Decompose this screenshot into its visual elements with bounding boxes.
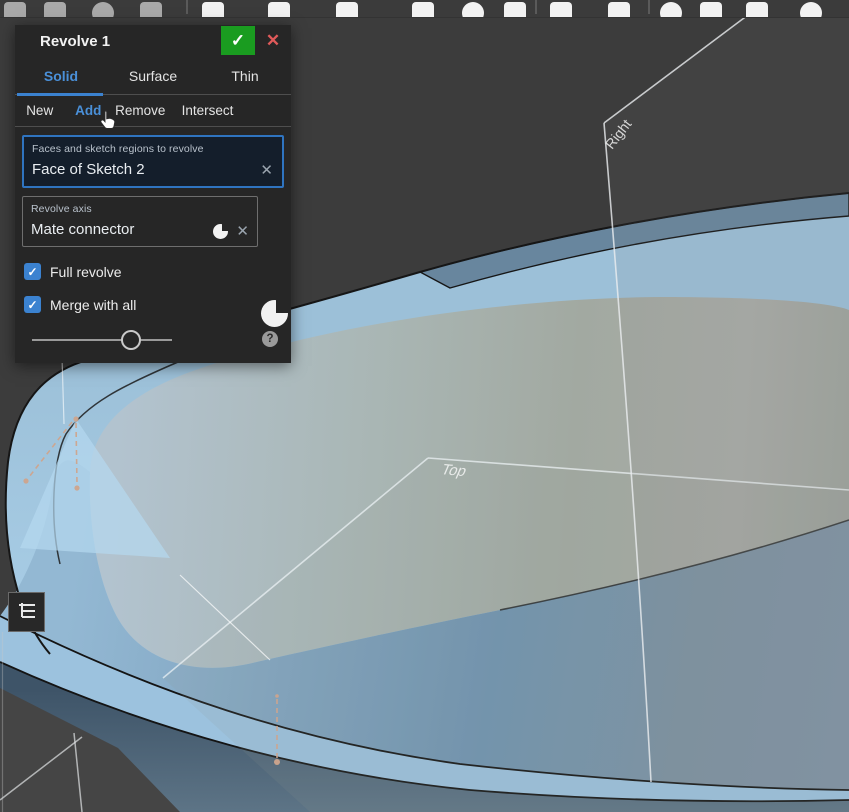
dialog-title: Revolve 1 [40,33,111,50]
opacity-slider-row: ? [22,327,284,353]
toolbar-icon-3[interactable] [92,2,114,17]
tab-intersect[interactable]: Intersect [168,103,246,118]
check-icon: ✓ [230,30,246,50]
toolbar-icon-12[interactable] [608,2,630,17]
axis-field[interactable]: Revolve axis Mate connector ✕ [22,196,258,247]
toolbar-separator-3 [648,0,650,14]
toolbar-icon-11[interactable] [550,2,572,17]
toolbar-icon-15[interactable] [746,2,768,17]
toolbar-icon-1[interactable] [4,2,26,17]
merge-with-all-checkbox[interactable]: ✓ [24,296,41,313]
dialog-body: Faces and sketch regions to revolve Face… [15,127,291,363]
confirm-button[interactable]: ✓ [221,26,255,55]
feature-list-icon [18,603,35,618]
close-icon: ✕ [265,31,281,50]
cancel-button[interactable]: ✕ [261,29,285,53]
revolve-dialog: Revolve 1 ✓ ✕ Solid Surface Thin New Add… [15,25,291,363]
toolbar-icon-16[interactable] [800,2,822,17]
toolbar-icon-14[interactable] [700,2,722,17]
clear-selection-icon[interactable]: ✕ [260,163,273,178]
feature-toolbar [0,0,849,18]
full-revolve-checkbox[interactable]: ✓ [24,263,41,280]
toolbar-icon-6[interactable] [268,2,290,17]
tab-surface[interactable]: Surface [107,68,199,84]
toolbar-separator-2 [535,0,537,14]
dialog-header: Revolve 1 ✓ ✕ [15,25,291,58]
toolbar-icon-5[interactable] [202,2,224,17]
mate-connector-picker-button[interactable] [261,299,289,327]
toolbar-icon-10[interactable] [504,2,526,17]
full-revolve-label: Full revolve [50,263,122,280]
full-revolve-row: ✓ Full revolve [24,263,282,280]
tab-thin[interactable]: Thin [199,68,291,84]
axis-field-label: Revolve axis [31,203,92,215]
boolean-operation-tabs: New Add Remove Intersect [15,95,291,127]
regions-field-value: Face of Sketch 2 [32,161,145,178]
regions-field[interactable]: Faces and sketch regions to revolve Face… [22,135,284,188]
help-icon[interactable]: ? [262,331,278,347]
body-type-tabs: Solid Surface Thin [15,58,291,96]
axis-field-inline-icons: ✕ [213,223,249,239]
regions-field-label: Faces and sketch regions to revolve [32,143,204,155]
slider-handle[interactable] [121,330,141,350]
merge-with-all-label: Merge with all [50,296,137,313]
feature-list-toggle-button[interactable] [8,592,45,632]
mate-connector-icon [213,223,230,239]
help-glyph: ? [266,333,274,345]
tab-solid[interactable]: Solid [15,68,107,84]
toolbar-icon-8[interactable] [412,2,434,17]
merge-with-all-row: ✓ Merge with all [24,296,282,313]
app-window: Top Right Revolve 1 ✓ ✕ Solid Surface Th… [0,0,849,812]
slider-track[interactable] [32,330,172,350]
tab-new[interactable]: New [15,103,64,118]
toolbar-icon-7[interactable] [336,2,358,17]
toolbar-icon-13[interactable] [660,2,682,17]
check-icon: ✓ [27,264,38,279]
toolbar-icon-4[interactable] [140,2,162,17]
toolbar-separator-1 [186,0,188,14]
tab-add[interactable]: Add [64,103,112,118]
tab-remove[interactable]: Remove [112,103,168,118]
clear-axis-icon[interactable]: ✕ [236,224,249,239]
toolbar-icon-9[interactable] [462,2,484,17]
check-icon: ✓ [27,297,38,312]
toolbar-icon-2[interactable] [44,2,66,17]
